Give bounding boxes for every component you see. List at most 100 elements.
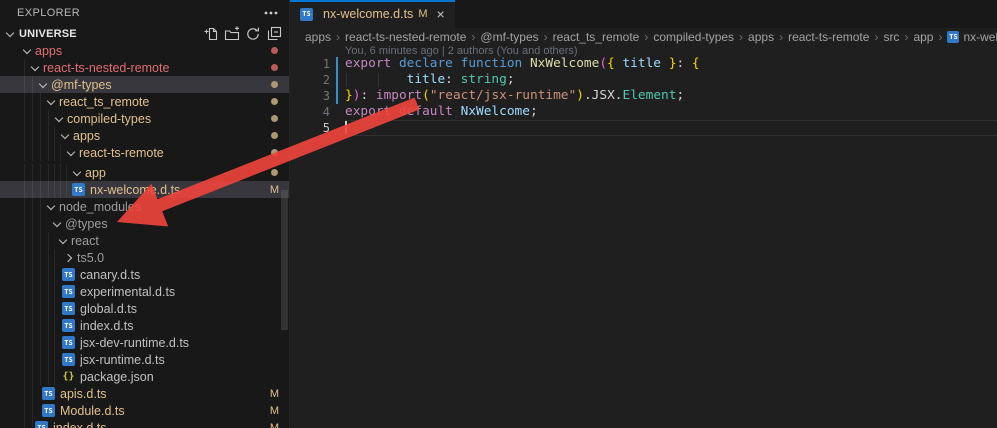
chevron-down-icon: [70, 165, 85, 180]
close-icon[interactable]: ×: [436, 7, 444, 21]
indent-guide: [40, 93, 41, 110]
indent-guide: [32, 249, 33, 266]
tree-item-react-ts-remote[interactable]: react-ts-remote: [0, 144, 289, 161]
code-line-2[interactable]: 2 title: string;: [290, 72, 997, 88]
indent-guide: [40, 181, 41, 198]
tree-item-label: index.d.ts: [53, 421, 107, 428]
tab-nx-welcome[interactable]: TS nx-welcome.d.ts M ×: [290, 0, 455, 28]
breadcrumb-item[interactable]: apps: [305, 30, 331, 44]
tree-item-jsx-dev-runtime.d.ts[interactable]: TSjsx-dev-runtime.d.ts: [0, 334, 289, 351]
collapse-all-icon[interactable]: [266, 26, 282, 42]
typescript-icon: TS: [62, 268, 75, 281]
tree-item-label: app: [85, 166, 106, 180]
tab-bar: TS nx-welcome.d.ts M ×: [290, 0, 997, 28]
code-editor[interactable]: You, 6 minutes ago | 2 authors (You and …: [290, 46, 997, 428]
new-file-icon[interactable]: [203, 26, 219, 42]
code-text: title: string;: [345, 72, 997, 88]
tree-item-node_modules[interactable]: node_modules: [0, 198, 289, 215]
tree-item-jsx-runtime.d.ts[interactable]: TSjsx-runtime.d.ts: [0, 351, 289, 368]
chevron-down-icon: [20, 43, 35, 58]
tree-item-@mf-types[interactable]: @mf-types: [0, 76, 289, 93]
tree-item-apis.d.ts[interactable]: TSapis.d.tsM: [0, 385, 289, 402]
new-folder-icon[interactable]: [224, 26, 240, 42]
chevron-down-icon: [56, 233, 71, 248]
git-status-dot: [271, 47, 278, 54]
breadcrumb-separator: ›: [644, 30, 648, 44]
code-line-4[interactable]: 4export default NxWelcome;: [290, 104, 997, 120]
breadcrumb-item[interactable]: compiled-types: [653, 30, 734, 44]
code-token: declare: [399, 56, 453, 71]
tree-item-Module.d.ts[interactable]: TSModule.d.tsM: [0, 402, 289, 419]
tree-item-experimental.d.ts[interactable]: TSexperimental.d.ts: [0, 283, 289, 300]
indent-guide: [48, 232, 49, 249]
tree-item-apps[interactable]: apps: [0, 42, 289, 59]
breadcrumb-item[interactable]: TSnx-welcome.d.ts: [947, 30, 997, 44]
tree-item-react_ts_remote[interactable]: react_ts_remote: [0, 93, 289, 110]
git-status-dot: [271, 115, 278, 122]
indent-guide: [48, 144, 49, 161]
breadcrumb-item[interactable]: src: [883, 30, 899, 44]
tree-item-nx-welcome.d.ts[interactable]: TSnx-welcome.d.tsM: [0, 181, 289, 198]
typescript-icon: TS: [42, 404, 55, 417]
indent-guide: [40, 249, 41, 266]
indent-guide: [54, 144, 55, 161]
breadcrumb-item[interactable]: react-ts-nested-remote: [345, 30, 466, 44]
breadcrumb-separator: ›: [904, 30, 908, 44]
tree-item-canary.d.ts[interactable]: TScanary.d.ts: [0, 266, 289, 283]
breadcrumb-item[interactable]: app: [913, 30, 933, 44]
code-line-5[interactable]: 5: [290, 120, 997, 136]
tab-label: nx-welcome.d.ts: [323, 7, 413, 21]
explorer-scrollbar[interactable]: [281, 190, 288, 330]
tree-item-global.d.ts[interactable]: TSglobal.d.ts: [0, 300, 289, 317]
tree-item-@types[interactable]: @types: [0, 215, 289, 232]
breadcrumb-separator: ›: [779, 30, 783, 44]
tree-item-package.json[interactable]: {}package.json: [0, 368, 289, 385]
indent-guide: [32, 110, 33, 127]
more-actions-icon[interactable]: [263, 5, 279, 21]
breadcrumb-item[interactable]: apps: [748, 30, 774, 44]
code-token: {: [607, 56, 615, 71]
indent-guide: [48, 127, 49, 144]
indent-guide: [24, 198, 25, 215]
breadcrumb-item[interactable]: @mf-types: [480, 30, 538, 44]
tree-item-label: jsx-runtime.d.ts: [80, 353, 165, 367]
workspace-section-header[interactable]: UNIVERSE: [0, 24, 289, 44]
tree-item-react-ts-nested-remote[interactable]: react-ts-nested-remote: [0, 59, 289, 76]
indent-guide: [32, 385, 33, 402]
explorer-title: EXPLORER: [17, 7, 263, 19]
breadcrumb-item[interactable]: react_ts_remote: [553, 30, 640, 44]
refresh-icon[interactable]: [245, 26, 261, 42]
indent-guide: [32, 215, 33, 232]
indent-guide: [32, 232, 33, 249]
indent-guide: [54, 249, 55, 266]
indent-guide: [40, 110, 41, 127]
tree-item-label: ts5.0: [77, 251, 104, 265]
tree-item-apps[interactable]: apps: [0, 127, 289, 144]
typescript-icon: TS: [62, 302, 75, 315]
indent-guide: [40, 351, 41, 368]
line-number: 4: [290, 104, 330, 120]
tree-item-index.d.ts[interactable]: TSindex.d.ts: [0, 317, 289, 334]
indent-guide: [40, 198, 41, 215]
tree-item-index.d.ts[interactable]: TSindex.d.tsM: [0, 419, 289, 428]
code-token: ): [576, 88, 584, 103]
tree-item-app[interactable]: app: [0, 164, 289, 181]
code-line-3[interactable]: 3}): import("react/jsx-runtime").JSX.Ele…: [290, 88, 997, 104]
breadcrumb-item[interactable]: react-ts-remote: [788, 30, 869, 44]
code-line-1[interactable]: 1export declare function NxWelcome({ tit…: [290, 56, 997, 72]
typescript-icon: TS: [62, 319, 75, 332]
code-token: NxWelcome: [461, 104, 530, 119]
indent-guide: [48, 351, 49, 368]
tree-item-react[interactable]: react: [0, 232, 289, 249]
code-token: .: [584, 88, 592, 103]
code-token: Element: [623, 88, 677, 103]
breadcrumb-separator: ›: [471, 30, 475, 44]
code-token: ;: [530, 104, 538, 119]
tree-item-compiled-types[interactable]: compiled-types: [0, 110, 289, 127]
code-token: [345, 72, 407, 87]
code-token: [453, 72, 461, 87]
tree-item-ts5.0[interactable]: ts5.0: [0, 249, 289, 266]
breadcrumb-label: compiled-types: [653, 30, 734, 44]
code-token: export: [345, 104, 391, 119]
code-token: :: [676, 56, 684, 71]
